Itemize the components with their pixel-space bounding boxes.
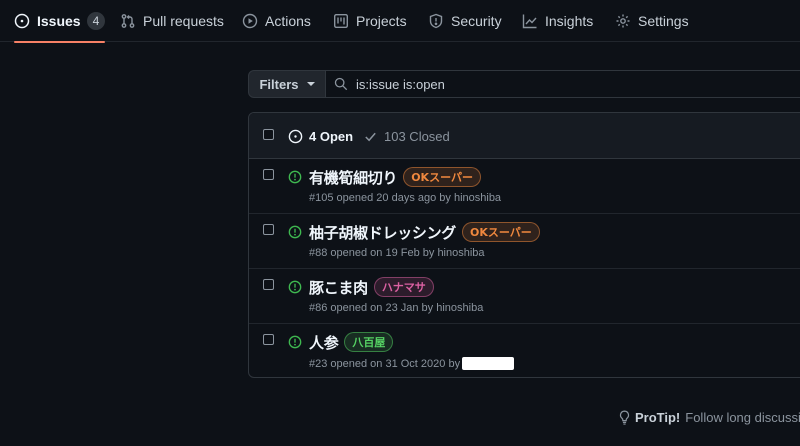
tab-issues[interactable]: Issues 4	[14, 0, 106, 43]
search-input[interactable]	[356, 76, 756, 92]
issue-opened-icon	[288, 225, 302, 239]
protip: ProTip! Follow long discussion	[618, 410, 800, 425]
issue-meta-text: #23 opened on 31 Oct 2020 by	[309, 358, 461, 370]
closed-issues-toggle[interactable]: 103 Closed	[363, 113, 450, 159]
issue-row: 豚こま肉 ハナマサ #86 opened on 23 Jan by hinoshi…	[249, 269, 800, 324]
repo-nav: Issues 4 Pull requests Actions Projects …	[0, 0, 800, 43]
issue-meta: #105 opened 20 days ago by hinoshiba	[309, 192, 502, 204]
tab-label: Security	[451, 13, 502, 29]
issue-search[interactable]	[326, 70, 800, 98]
issue-meta: #23 opened on 31 Oct 2020 by	[309, 357, 515, 370]
issue-label[interactable]: ハナマサ	[373, 277, 434, 297]
issue-label[interactable]: OKスーパー	[403, 167, 481, 187]
issue-row: 人参 八百屋 #23 opened on 31 Oct 2020 by	[249, 324, 800, 377]
tab-label: Actions	[265, 13, 311, 29]
issue-title[interactable]: 豚こま肉	[309, 279, 368, 297]
tab-label: Pull requests	[143, 13, 224, 29]
tab-label: Settings	[638, 13, 689, 29]
play-icon	[242, 13, 258, 29]
closed-count: 103 Closed	[384, 128, 450, 144]
issue-opened-icon	[288, 335, 302, 349]
issues-list: 4 Open 103 Closed 有機筍細切り OKスーパー #105 open…	[248, 112, 800, 378]
open-count: 4 Open	[309, 128, 354, 144]
tab-label: Issues	[37, 13, 81, 29]
lightbulb-icon	[619, 410, 630, 425]
issue-label[interactable]: OKスーパー	[462, 222, 540, 242]
issue-meta: #88 opened on 19 Feb by hinoshiba	[309, 247, 485, 259]
shield-icon	[429, 13, 443, 29]
protip-text: Follow long discussion	[685, 410, 800, 425]
issue-opened-icon	[288, 170, 302, 184]
tab-insights[interactable]: Insights	[522, 0, 593, 42]
git-pull-request-icon	[121, 14, 135, 28]
redacted-author	[462, 357, 515, 370]
tab-projects[interactable]: Projects	[333, 0, 407, 42]
issue-title[interactable]: 人参	[309, 334, 339, 352]
filters-label: Filters	[259, 76, 299, 92]
issue-row: 柚子胡椒ドレッシング OKスーパー #88 opened on 19 Feb by…	[249, 214, 800, 269]
issue-meta: #86 opened on 23 Jan by hinoshiba	[309, 302, 484, 314]
issue-opened-icon	[288, 280, 302, 294]
issue-label[interactable]: 八百屋	[344, 332, 394, 352]
project-icon	[334, 14, 349, 29]
tab-settings[interactable]: Settings	[615, 0, 689, 42]
tab-label: Insights	[545, 13, 594, 29]
search-icon	[334, 77, 348, 91]
tab-actions[interactable]: Actions	[242, 0, 311, 42]
filters-button[interactable]: Filters	[248, 70, 326, 98]
tab-label: Projects	[356, 13, 407, 29]
issue-title[interactable]: 有機筍細切り	[309, 169, 398, 187]
issues-counter: 4	[86, 12, 106, 30]
issue-checkbox[interactable]	[263, 224, 274, 235]
issue-opened-icon	[288, 129, 303, 143]
graph-icon	[522, 14, 537, 29]
issue-checkbox[interactable]	[263, 334, 274, 345]
open-issues-toggle[interactable]: 4 Open	[288, 113, 353, 159]
issues-list-header: 4 Open 103 Closed	[249, 113, 800, 159]
issue-title[interactable]: 柚子胡椒ドレッシング	[309, 224, 456, 242]
select-all-checkbox[interactable]	[263, 129, 274, 140]
issue-checkbox[interactable]	[263, 169, 274, 180]
issue-row: 有機筍細切り OKスーパー #105 opened 20 days ago by …	[249, 159, 800, 214]
check-icon	[365, 132, 376, 141]
gear-icon	[616, 14, 630, 28]
caret-down-icon	[306, 82, 315, 86]
tab-security[interactable]: Security	[428, 0, 502, 42]
issue-checkbox[interactable]	[263, 279, 274, 290]
protip-label: ProTip!	[635, 410, 681, 425]
issue-opened-icon	[14, 13, 30, 29]
tab-pull-requests[interactable]: Pull requests	[120, 0, 224, 42]
